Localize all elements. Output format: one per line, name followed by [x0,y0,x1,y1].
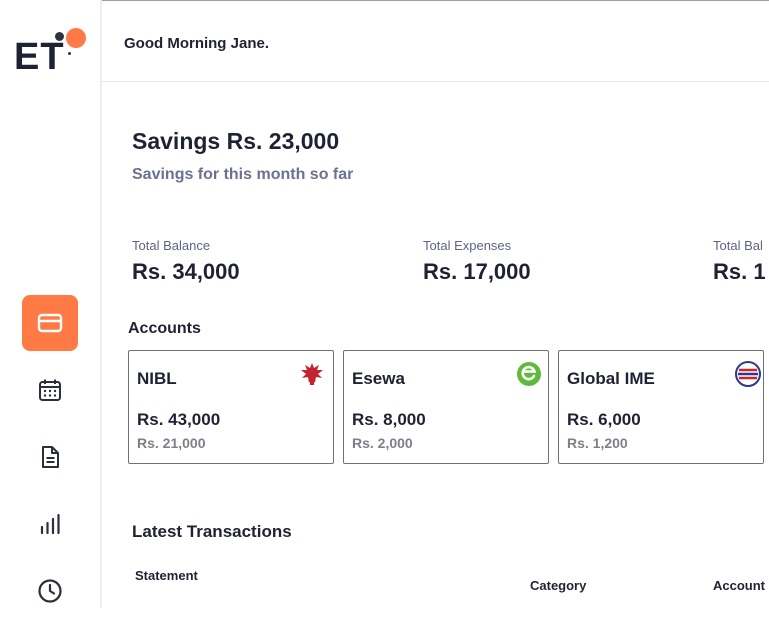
column-header-account[interactable]: Account [713,578,765,593]
clock-icon [38,579,62,603]
account-balance: Rs. 43,000 [137,410,221,429]
sidebar-item-reports[interactable] [22,429,78,485]
stat-total-balance: Total Balance Rs. 34,000 [132,238,240,285]
top-header: Good Morning Jane. [102,1,769,82]
column-header-category[interactable]: Category [530,578,586,593]
account-secondary-amount: Rs. 2,000 [352,435,413,451]
bar-chart-icon [40,513,60,535]
card-icon [37,313,63,333]
stat-label: Total Expenses [423,238,512,253]
document-icon [42,446,59,468]
logo-dot-tiny [68,52,71,55]
sidebar-item-accounts[interactable] [22,295,78,351]
account-name: NIBL [137,369,177,388]
account-balance: Rs. 8,000 [352,410,426,429]
sidebar-item-calendar[interactable] [22,362,78,418]
sidebar: ET [0,0,102,608]
logo-dot-orange [66,28,86,48]
sidebar-item-history[interactable] [22,563,78,619]
esewa-logo-icon [517,362,541,386]
stat-total-balance-clipped: Total Bal Rs. 1 [713,238,766,285]
account-card-nibl[interactable]: NIBL Rs. 43,000 Rs. 21,000 [128,350,334,464]
savings-subtitle: Savings for this month so far [132,166,354,183]
account-card-global-ime[interactable]: Global IME Rs. 6,000 Rs. 1,200 [558,350,764,464]
latest-transactions-heading: Latest Transactions [132,522,292,541]
greeting-text: Good Morning Jane. [124,35,269,52]
sidebar-item-analytics[interactable] [22,496,78,552]
stat-value: Rs. 1 [713,259,766,284]
stat-value: Rs. 34,000 [132,259,240,284]
stat-value: Rs. 17,000 [423,259,531,284]
account-balance: Rs. 6,000 [567,410,641,429]
global-ime-logo-icon [735,361,761,387]
savings-title: Savings Rs. 23,000 [132,128,340,154]
account-secondary-amount: Rs. 1,200 [567,435,628,451]
account-secondary-amount: Rs. 21,000 [137,435,206,451]
logo-dot-dark [55,32,64,41]
stat-label: Total Balance [132,238,211,253]
app-logo[interactable]: ET [14,28,86,78]
stat-total-expenses: Total Expenses Rs. 17,000 [423,238,531,285]
nibl-logo-icon [301,363,323,385]
logo-text: ET [14,36,65,78]
account-name: Esewa [352,369,405,388]
calendar-icon [39,379,61,401]
column-header-statement[interactable]: Statement [135,568,198,583]
account-name: Global IME [567,369,655,388]
accounts-heading: Accounts [128,320,201,337]
stat-label: Total Bal [713,238,763,253]
account-card-esewa[interactable]: Esewa Rs. 8,000 Rs. 2,000 [343,350,549,464]
